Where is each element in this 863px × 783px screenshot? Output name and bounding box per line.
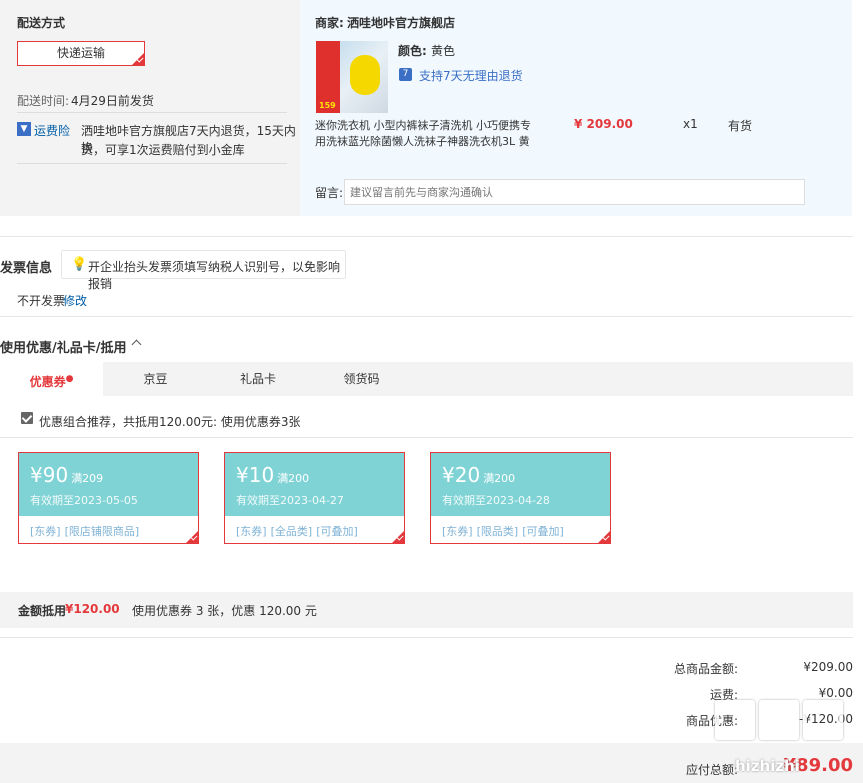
invoice-tip-text: 开企业抬头发票须填写纳税人识别号，以免影响报销 [88,260,341,291]
coupon-tag: [限店铺限商品] [64,525,140,538]
remark-label: 留言: [315,186,344,200]
color-label: 颜色: [398,44,427,58]
express-shipping-label: 快递运输 [56,46,105,60]
product-name-line-2[interactable]: 用洗袜蓝光除菌懒人洗袜子神器洗衣机3L 黄 [315,133,530,149]
divider [17,112,287,113]
tab-coupons[interactable]: 优惠券● [0,362,103,396]
tab-jingdou[interactable]: 京豆 [103,362,208,396]
return-policy-icon: 7 [399,68,412,81]
invoice-title: 发票信息 [0,261,53,276]
coupon-tag: [可叠加] [522,525,564,538]
invoice-tip-box: 💡 开企业抬头发票须填写纳税人识别号，以免影响报销 [61,250,346,291]
remark-input[interactable] [344,179,805,205]
freight-insurance-text-2: 货，可享1次运费赔付到小金库 [81,143,245,157]
coupon-amount: ¥90 [30,463,69,487]
lightbulb-icon: 💡 [71,257,88,272]
goods-total-label: 总商品金额: [673,662,738,676]
summary-label: 金额抵用 [18,604,67,618]
coupon-tag: [全品类] [270,525,313,538]
summary-amount: ¥120.00 [65,602,120,616]
coupon-header: ¥20 满200 有效期至2023-04-28 [431,453,610,516]
coupon-condition: 满200 [483,472,516,485]
freight-value: ¥0.00 [818,686,853,700]
discount-title[interactable]: 使用优惠/礼品卡/抵用 [0,337,127,356]
recommend-checkbox[interactable] [21,412,33,424]
coupon-expiry: 有效期至2023-04-27 [236,494,344,507]
coupon-amount-line: ¥90 满209 [30,463,103,487]
coupon-condition: 满200 [277,472,310,485]
product-image-shape [350,55,380,95]
merchant-label: 商家: [315,16,344,30]
discount-summary-bar: 金额抵用 ¥120.00 使用优惠券 3 张，优惠 120.00 元 [0,592,853,628]
coupon-card[interactable]: ¥20 满200 有效期至2023-04-28 [东券] [限品类] [可叠加] [430,452,611,544]
coupon-expiry: 有效期至2023-05-05 [30,494,138,507]
delivery-time-label: 配送时间: [17,94,70,108]
discount-tabs: 优惠券● 京豆 礼品卡 领货码 [0,362,853,396]
delivery-time-value: 4月29日前发货 [71,94,154,108]
shipping-panel: 配送方式 快递运输 配送时间: 4月29日前发货 ▼ 运费险 洒哇地咔官方旗舰店… [0,0,300,216]
recommend-text: 优惠组合推荐，共抵用120.00元: 使用优惠券3张 [39,415,301,429]
coupon-tag: [可叠加] [316,525,358,538]
tab-pickup-code[interactable]: 领货码 [308,362,415,396]
express-shipping-button[interactable]: 快递运输 [17,41,145,66]
coupon-tags: [东券] [限品类] [可叠加] [442,523,568,539]
divider [0,637,853,638]
divider [0,437,853,438]
divider [0,236,853,237]
tab-coupons-label: 优惠券 [29,375,66,389]
selected-check-icon [598,531,610,543]
color-value: 黄色 [431,44,456,58]
chevron-up-icon[interactable] [130,336,142,350]
goods-total-value: ¥209.00 [803,660,853,674]
thumb-badge: 159 [319,101,336,110]
merchant-name[interactable]: 洒哇地咔官方旗舰店 [347,14,455,31]
shipping-title: 配送方式 [17,16,66,30]
product-price: ¥ 209.00 [574,117,633,131]
product-name-line-1[interactable]: 迷你洗衣机 小型内裤袜子清洗机 小巧便携专 [315,117,531,133]
coupon-tags: [东券] [限店铺限商品] [30,523,143,539]
coupon-header: ¥90 满209 有效期至2023-05-05 [19,453,198,516]
coupon-tag: [东券] [236,525,267,538]
coupon-amount-line: ¥20 满200 [442,463,515,487]
coupon-amount: ¥20 [442,463,481,487]
coupon-amount: ¥10 [236,463,275,487]
invoice-edit-link[interactable]: 修改 [63,292,87,309]
coupon-tag: [限品类] [476,525,519,538]
watermark-logo [715,700,855,760]
tab-giftcard[interactable]: 礼品卡 [208,362,308,396]
coupon-tag: [东券] [30,525,61,538]
coupon-header: ¥10 满200 有效期至2023-04-27 [225,453,404,516]
selected-check-icon [132,53,144,65]
stock-status: 有货 [728,119,753,133]
summary-detail: 使用优惠券 3 张，优惠 120.00 元 [132,604,317,618]
product-quantity: x1 [683,117,698,131]
watermark-text: hizhizhi [735,757,800,775]
coupon-card[interactable]: ¥90 满209 有效期至2023-05-05 [东券] [限店铺限商品] [18,452,199,544]
return-policy-text: 支持7天无理由退货 [419,69,523,83]
tab-jingdou-label: 京豆 [143,372,168,386]
tab-pickup-code-label: 领货码 [343,372,380,386]
freight-insurance-label[interactable]: 运费险 [34,122,70,139]
tab-coupons-dot: ● [65,374,74,384]
coupon-tags: [东券] [全品类] [可叠加] [236,523,362,539]
coupon-tag: [东券] [442,525,473,538]
shield-icon: ▼ [17,122,31,136]
coupon-condition: 满209 [71,472,104,485]
coupon-amount-line: ¥10 满200 [236,463,309,487]
coupon-expiry: 有效期至2023-04-28 [442,494,550,507]
invoice-status: 不开发票 [17,294,66,308]
divider [0,316,853,317]
divider [17,163,287,164]
payable-label: 应付总额: [685,763,738,777]
merchant-panel: 商家: 洒哇地咔官方旗舰店 159 颜色: 黄色 7 支持7天无理由退货 迷你洗… [300,0,852,216]
selected-check-icon [186,531,198,543]
coupon-card[interactable]: ¥10 满200 有效期至2023-04-27 [东券] [全品类] [可叠加] [224,452,405,544]
tab-giftcard-label: 礼品卡 [239,372,276,386]
selected-check-icon [392,531,404,543]
product-thumbnail[interactable]: 159 [316,41,388,113]
